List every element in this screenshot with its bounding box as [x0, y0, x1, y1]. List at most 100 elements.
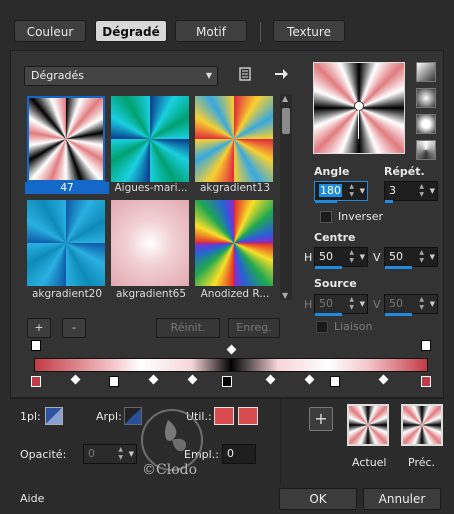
chevron-down-icon[interactable]: ▼ — [282, 291, 288, 300]
source-v-input[interactable]: 50 ▲ ▼ ▼ — [384, 294, 438, 316]
tab-separator — [260, 22, 261, 42]
repeat-value: 3 — [389, 184, 396, 197]
chevron-down-icon[interactable]: ▼ — [430, 182, 435, 200]
arrow-right-icon[interactable] — [272, 66, 290, 84]
document-icon[interactable] — [236, 66, 254, 84]
center-h-input[interactable]: 50 ▲ ▼ ▼ — [314, 247, 368, 269]
spin-arrows-icon[interactable]: ▲ ▼ — [349, 296, 354, 312]
tab-degrade[interactable]: Dégradé — [95, 20, 167, 42]
center-h-slider[interactable] — [315, 266, 342, 269]
spin-arrows-icon[interactable]: ▲ ▼ — [419, 296, 424, 312]
transparency-stop-left[interactable] — [31, 340, 41, 351]
color-stop[interactable] — [222, 376, 232, 387]
repeat-slider[interactable] — [385, 200, 393, 203]
remove-gradient-button[interactable]: - — [62, 318, 86, 338]
source-h-slider[interactable] — [315, 313, 342, 316]
angle-label: Angle — [314, 165, 350, 178]
link-checkbox[interactable] — [316, 321, 328, 333]
gradient-bar[interactable] — [34, 358, 428, 372]
source-v-slider[interactable] — [385, 313, 412, 316]
foreground-swatch-icon[interactable] — [45, 407, 63, 425]
spin-arrows-icon[interactable]: ▲ ▼ — [349, 183, 354, 199]
gradient-thumb-aigues-marines[interactable] — [111, 96, 189, 182]
source-label: Source — [314, 277, 357, 290]
gradient-thumb-label: akgradient65 — [115, 288, 187, 300]
center-v-input[interactable]: 50 ▲ ▼ ▼ — [384, 247, 438, 269]
gradient-thumb-anodized[interactable] — [195, 200, 273, 286]
color-stop[interactable] — [109, 376, 119, 387]
gradient-preview[interactable] — [313, 62, 405, 154]
cancel-button[interactable]: Annuler — [363, 488, 441, 510]
chevron-down-icon[interactable]: ▼ — [360, 182, 365, 200]
chevron-up-icon[interactable]: ▲ — [282, 94, 288, 103]
add-to-swatches-button[interactable]: + — [309, 407, 333, 431]
color-stop[interactable] — [330, 376, 340, 387]
center-handle[interactable] — [354, 101, 364, 111]
library-label: Dégradés — [31, 69, 84, 82]
gradient-thumb-47[interactable] — [27, 96, 105, 182]
divider — [280, 398, 281, 484]
spin-arrows-icon[interactable]: ▲ ▼ — [349, 249, 354, 265]
gradient-thumb-label: Aigues-mari... — [114, 182, 188, 194]
center-v-slider[interactable] — [385, 266, 412, 269]
add-gradient-button[interactable]: + — [27, 318, 51, 338]
angle-value: 180 — [319, 184, 342, 197]
source-h-value: 50 — [319, 297, 333, 310]
ok-button[interactable]: OK — [279, 488, 357, 510]
reset-button[interactable]: Réinit. — [156, 318, 220, 338]
tab-texture[interactable]: Texture — [273, 20, 345, 42]
source-h-input[interactable]: 50 ▲ ▼ ▼ — [314, 294, 368, 316]
gradient-library-dropdown[interactable]: Dégradés ▼ — [24, 66, 218, 86]
center-v-value: 50 — [389, 250, 403, 263]
repeat-input[interactable]: 3 ▲ ▼ ▼ — [384, 181, 438, 203]
current-gradient-preview[interactable] — [347, 404, 389, 446]
gradient-thumb-label: Anodized R... — [200, 288, 270, 300]
center-v-label: V — [373, 251, 381, 264]
watermark-text: ©Clodo — [142, 462, 198, 478]
gradient-thumb-label: akgradient13 — [199, 182, 271, 194]
previous-gradient-preview[interactable] — [401, 404, 443, 446]
gradient-thumb-akgradient20[interactable] — [27, 200, 105, 286]
scroll-thumb[interactable] — [282, 108, 290, 134]
angle-slider[interactable] — [315, 200, 337, 203]
invert-checkbox[interactable] — [320, 211, 332, 223]
chevron-down-icon: ▼ — [205, 71, 212, 80]
center-h-value: 50 — [319, 250, 333, 263]
gradient-thumb-label: 47 — [25, 182, 109, 194]
link-label: Liaison — [334, 320, 373, 333]
spin-arrows-icon[interactable]: ▲ ▼ — [419, 249, 424, 265]
tab-couleur[interactable]: Couleur — [14, 20, 86, 42]
divider — [10, 398, 444, 399]
linear-style-icon[interactable] — [416, 62, 436, 82]
chevron-down-icon[interactable]: ▼ — [430, 295, 435, 313]
angle-input[interactable]: 180 ▲ ▼ ▼ — [314, 181, 368, 203]
source-h-label: H — [304, 298, 313, 311]
chevron-down-icon[interactable]: ▼ — [360, 248, 365, 266]
chevron-down-icon[interactable]: ▼ — [430, 248, 435, 266]
location-value: 0 — [227, 447, 234, 460]
left-stop-label: 1pl: — [20, 410, 41, 423]
opacity-label: Opacité: — [20, 448, 67, 461]
save-gradient-button[interactable]: Enreg. — [228, 318, 280, 338]
source-v-value: 50 — [389, 297, 403, 310]
thumbnail-scrollbar[interactable]: ▲ ▼ — [280, 94, 292, 300]
color-stop[interactable] — [421, 376, 431, 387]
current-label: Actuel — [352, 456, 387, 469]
repeat-label: Répét. — [384, 165, 425, 178]
center-h-label: H — [304, 251, 313, 264]
rectangular-style-icon[interactable] — [416, 88, 436, 108]
transparency-stop-right[interactable] — [421, 340, 431, 351]
angle-handle-line — [358, 109, 359, 139]
invert-label: Inverser — [338, 210, 384, 223]
gradient-thumb-label: akgradient20 — [31, 288, 103, 300]
help-link[interactable]: Aide — [20, 492, 44, 505]
color-stop[interactable] — [31, 376, 41, 387]
gradient-thumb-akgradient65[interactable] — [111, 200, 189, 286]
tab-motif[interactable]: Motif — [175, 20, 247, 42]
spin-arrows-icon[interactable]: ▲ ▼ — [419, 183, 424, 199]
radial-style-icon[interactable] — [416, 114, 436, 134]
sunburst-style-icon[interactable] — [416, 140, 436, 160]
user-color-swatch[interactable] — [238, 407, 258, 425]
gradient-thumb-akgradient13[interactable] — [195, 96, 273, 182]
chevron-down-icon[interactable]: ▼ — [360, 295, 365, 313]
